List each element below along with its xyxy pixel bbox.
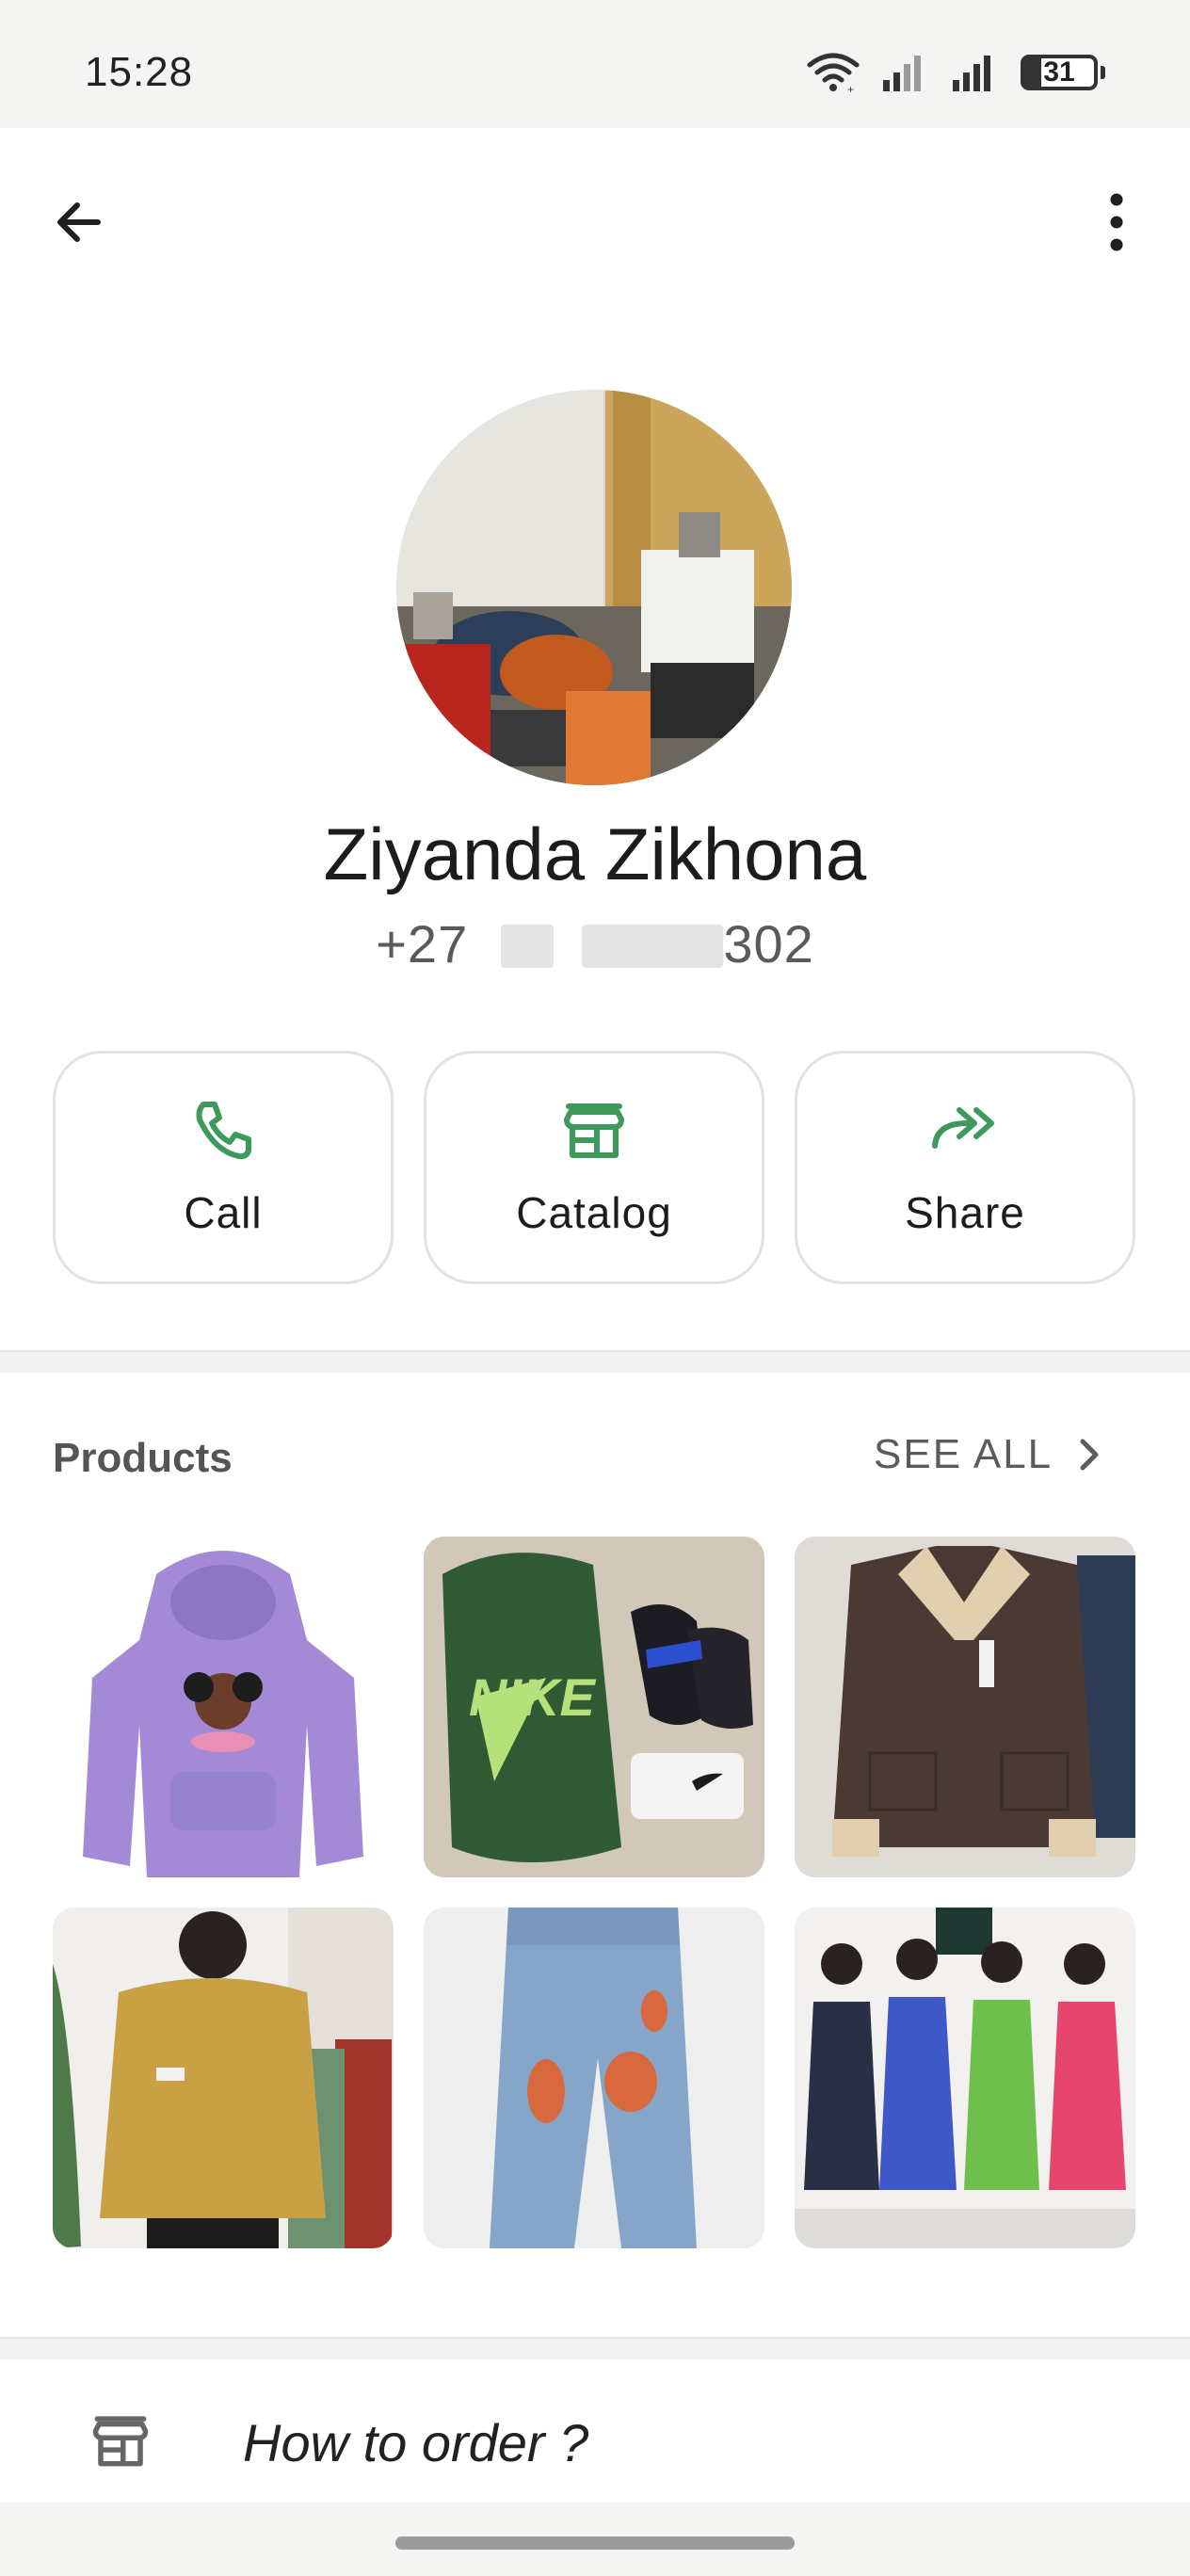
chevron-right-icon [1080,1439,1099,1471]
how-to-order-row[interactable]: How to order ? [0,2361,1190,2503]
profile-phone: +27 302 [0,913,1190,974]
status-bar: 15:28 + 31 [0,0,1190,128]
products-grid: NIKE [53,1537,1135,2248]
call-button[interactable]: Call [53,1051,394,1284]
action-buttons: Call Catalog Share [53,1051,1135,1284]
home-indicator[interactable] [395,2536,795,2550]
product-tile[interactable] [795,1537,1135,1877]
products-title: Products [53,1435,233,1481]
product-tile[interactable] [795,1908,1135,2248]
catalog-button[interactable]: Catalog [424,1051,764,1284]
phone-suffix: 302 [723,914,814,974]
profile-name: Ziyanda Zikhona [323,813,867,895]
see-all-button[interactable]: SEE ALL [874,1431,1103,1478]
storefront-icon [564,1103,624,1158]
product-tile[interactable] [53,1908,394,2248]
phone-icon [196,1102,251,1160]
catalog-label: Catalog [516,1188,672,1237]
arrow-back-icon [57,202,101,242]
section-divider [0,2337,1190,2359]
navigation-bar [0,2503,1190,2576]
signal-icon-1 [883,56,921,91]
top-bar [0,128,1190,316]
product-tile[interactable] [53,1537,394,1877]
profile-avatar[interactable] [396,390,792,785]
see-all-label: SEE ALL [874,1431,1053,1477]
share-label: Share [905,1188,1025,1237]
product-tile[interactable] [424,1908,764,2248]
phone-redacted-block [500,925,554,968]
status-icons: + 31 [806,49,1105,96]
brown-shearling-jacket-image [795,1537,1135,1877]
phone-redacted-block [582,925,724,968]
storefront-icon [92,2416,149,2467]
share-button[interactable]: Share [795,1051,1135,1284]
back-button[interactable] [41,185,117,260]
signal-icon-2 [953,56,990,91]
product-tile[interactable]: NIKE [424,1537,764,1877]
profile-photo-image [396,390,792,785]
ripped-jeans-image [424,1908,764,2248]
battery-level: 31 [1041,56,1077,88]
yellow-fleece-jacket-image [53,1908,394,2248]
forward-icon [932,1107,994,1149]
purple-hoodie-image [53,1537,394,1877]
how-to-order-label: How to order ? [243,2413,589,2472]
call-label: Call [184,1188,263,1237]
section-divider [0,1350,1190,1373]
svg-text:+: + [847,83,854,93]
battery-icon: 31 [1021,55,1105,90]
phone-prefix: +27 [376,914,469,974]
wifi-icon: + [807,53,860,93]
green-backpack-slides-image: NIKE [424,1537,764,1877]
floral-dresses-image [795,1908,1135,2248]
status-time: 15:28 [85,49,194,95]
more-vert-icon [1110,193,1123,251]
more-options-button[interactable] [1079,185,1154,260]
svg-text:NIKE: NIKE [469,1667,596,1727]
